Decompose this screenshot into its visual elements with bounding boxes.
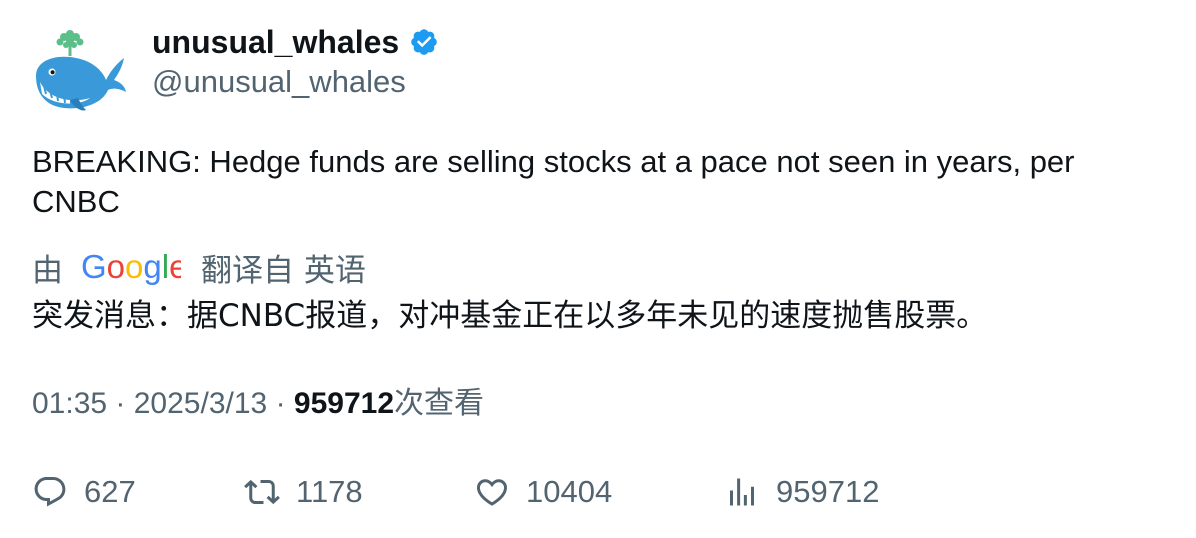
author-avatar[interactable] [30, 24, 128, 114]
like-button[interactable]: 10404 [474, 470, 612, 514]
translated-by-label: 由 [32, 252, 63, 289]
meta-separator: · [115, 387, 134, 420]
tweet-date[interactable]: 2025/3/13 [134, 387, 267, 420]
reply-button[interactable]: 627 [32, 470, 136, 514]
google-logo[interactable]: Google [81, 247, 187, 287]
retweet-icon [244, 479, 280, 505]
tweet-card: unusual_whales @unusual_whales BREAKING:… [0, 0, 1196, 538]
translation-attribution: 由 Google 翻译自 英语 [32, 246, 366, 289]
author-handle[interactable]: @unusual_whales [152, 62, 406, 102]
views-button[interactable]: 959712 [724, 470, 879, 514]
meta-separator: · [275, 387, 294, 420]
author-display-name[interactable]: unusual_whales [152, 22, 399, 62]
views-label: 次查看 [394, 386, 484, 421]
svg-text:Google: Google [81, 248, 181, 285]
tweet-time[interactable]: 01:35 [32, 387, 107, 420]
retweet-count: 1178 [296, 474, 363, 509]
translated-from-label: 翻译自 英语 [201, 252, 366, 289]
whale-icon [36, 30, 126, 111]
action-bar: 627 1178 10404 959712 [0, 470, 1196, 514]
tweet-text: BREAKING: Hedge funds are selling stocks… [32, 144, 1075, 219]
translated-text: 突发消息：据CNBC报道，对冲基金正在以多年未见的速度抛售股票。 [32, 298, 988, 334]
like-count: 10404 [526, 474, 613, 509]
reply-count: 627 [84, 474, 136, 509]
views-count: 959712 [293, 387, 394, 420]
analytics-icon [730, 478, 754, 506]
reply-icon [34, 477, 66, 507]
verified-badge-icon[interactable] [409, 27, 439, 57]
tweet-meta: 01:35 · 2025/3/13 · 959712次查看 [32, 384, 484, 424]
views-action-count: 959712 [776, 474, 880, 509]
author-name-row[interactable]: unusual_whales [152, 22, 439, 62]
retweet-button[interactable]: 1178 [244, 470, 363, 514]
heart-icon [476, 479, 508, 506]
